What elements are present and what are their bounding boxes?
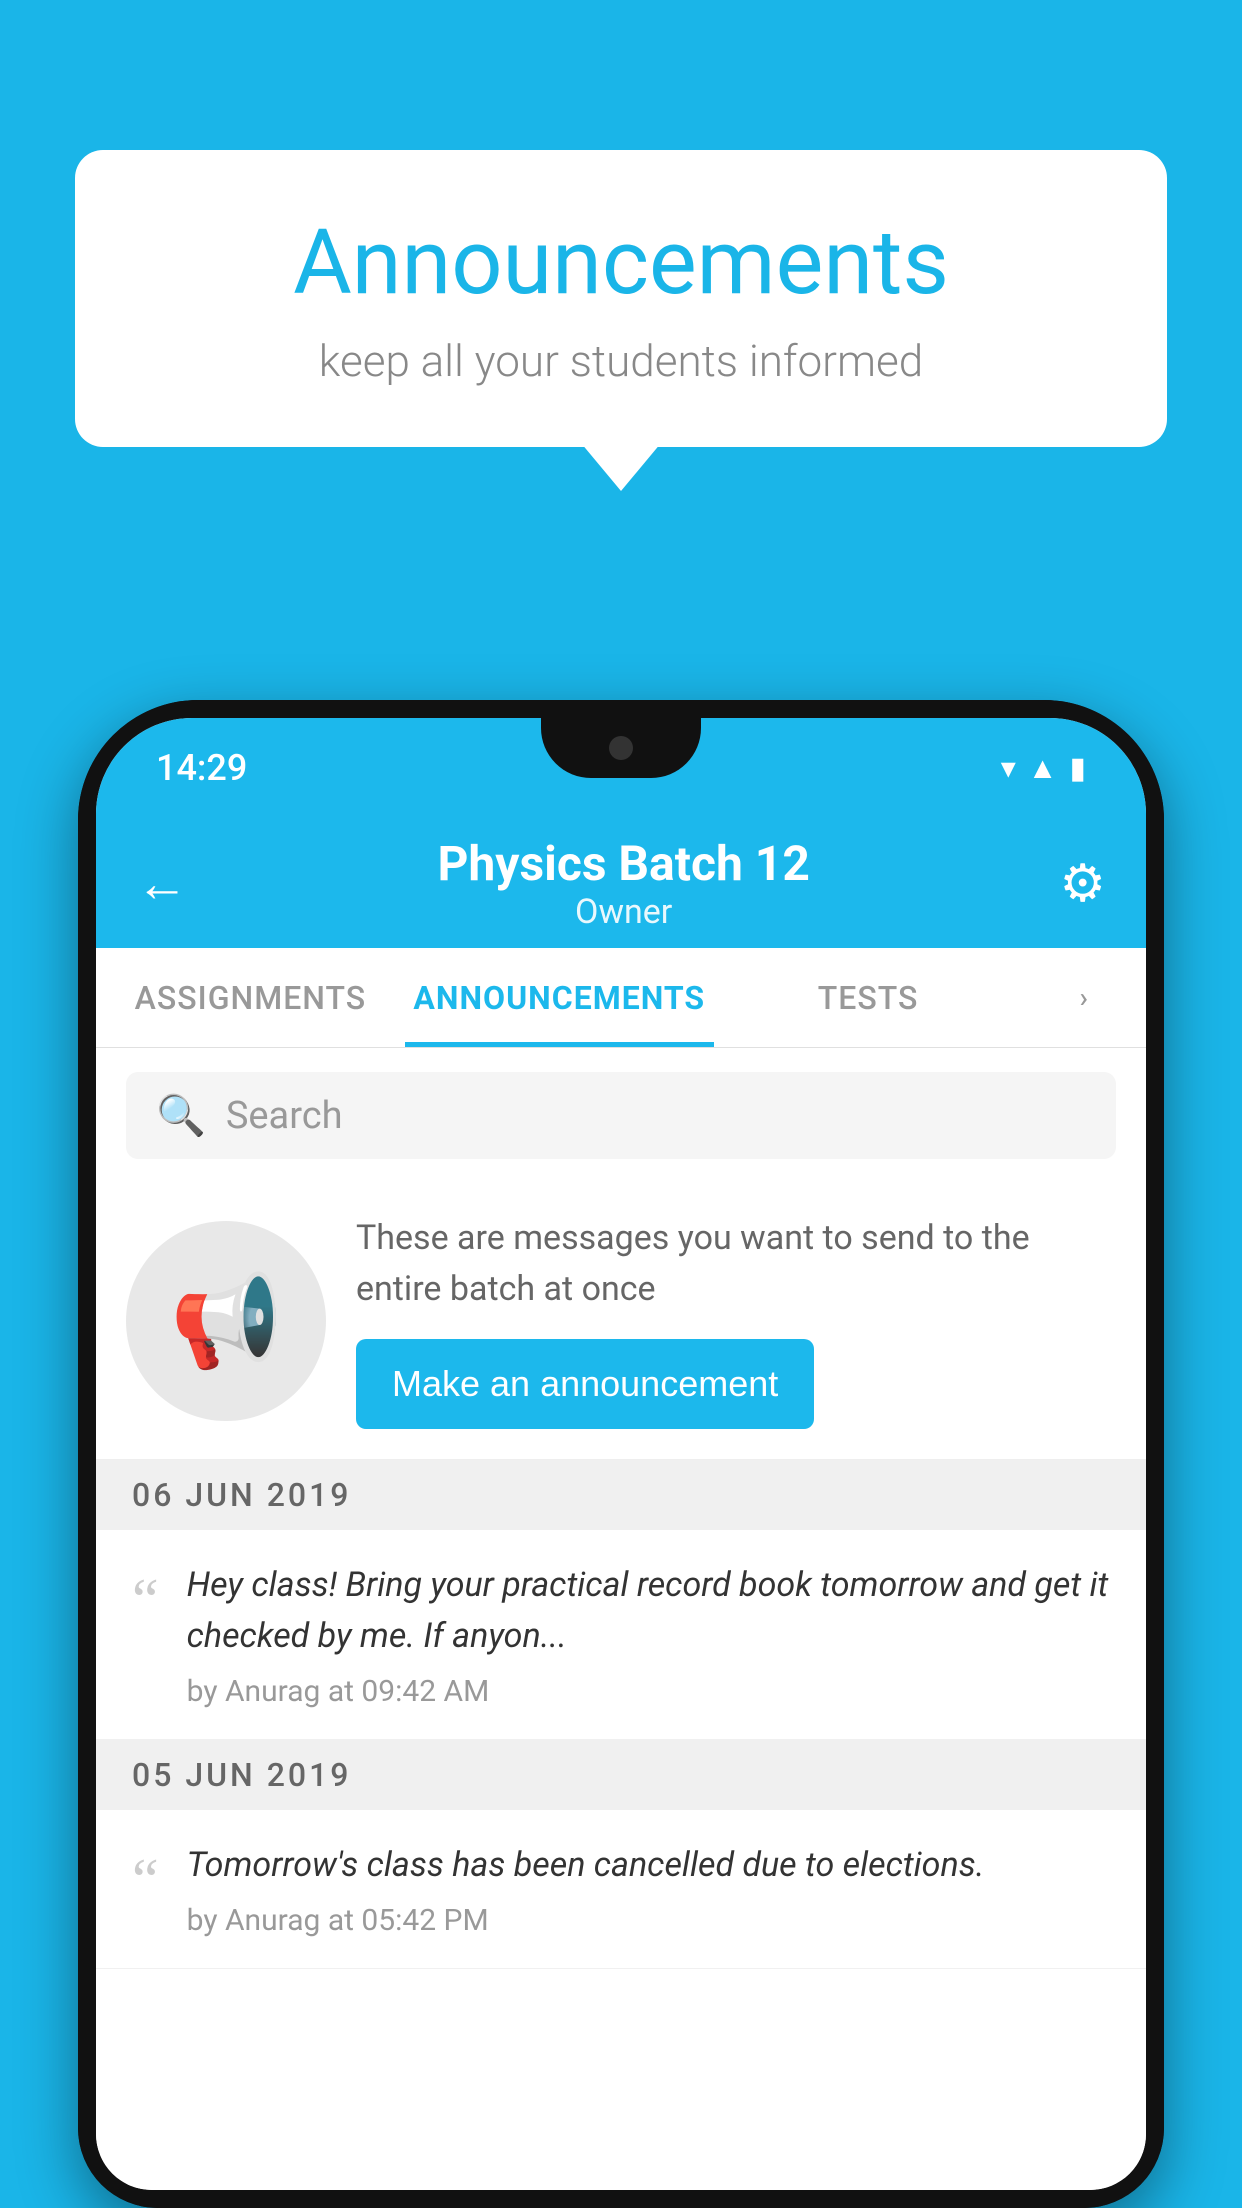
camera-dot [609,736,633,760]
wifi-icon: ▾ [1001,751,1016,786]
speech-bubble-container: Announcements keep all your students inf… [75,150,1167,447]
promo-right: These are messages you want to send to t… [356,1213,1116,1429]
search-icon: 🔍 [156,1092,206,1139]
app-bar-subtitle: Owner [188,892,1059,932]
settings-icon[interactable]: ⚙ [1059,853,1106,914]
battery-icon: ▮ [1069,751,1086,786]
promo-description: These are messages you want to send to t… [356,1213,1116,1315]
tab-bar: ASSIGNMENTS ANNOUNCEMENTS TESTS › [96,948,1146,1048]
tab-more[interactable]: › [1022,948,1146,1047]
make-announcement-button[interactable]: Make an announcement [356,1339,814,1429]
search-bar: 🔍 Search [96,1048,1146,1183]
search-input-wrapper[interactable]: 🔍 Search [126,1072,1116,1159]
tab-tests[interactable]: TESTS [714,948,1023,1047]
screen-inner: 14:29 ▾ ▲ ▮ ← Physics Batch 12 Own [96,718,1146,2190]
quote-icon-1: “ [132,1570,159,1630]
announcement-item-2: “ Tomorrow's class has been cancelled du… [96,1810,1146,1969]
bubble-subtitle: keep all your students informed [155,335,1087,387]
app-bar-title-area: Physics Batch 12 Owner [188,835,1059,932]
promo-icon-circle: 📢 [126,1221,326,1421]
announcement-meta-2: by Anurag at 05:42 PM [187,1903,1110,1938]
status-time: 14:29 [156,747,247,789]
megaphone-icon: 📢 [170,1269,282,1374]
tab-assignments[interactable]: ASSIGNMENTS [96,948,405,1047]
phone-notch [541,718,701,778]
announcement-content-2: Tomorrow's class has been cancelled due … [187,1840,1110,1938]
announcement-content-1: Hey class! Bring your practical record b… [187,1560,1110,1709]
announcement-text-2: Tomorrow's class has been cancelled due … [187,1840,1110,1891]
date-separator-1: 06 JUN 2019 [96,1460,1146,1530]
phone-content: 🔍 Search 📢 These are messages you want t… [96,1048,1146,2190]
quote-icon-2: “ [132,1850,159,1910]
speech-bubble: Announcements keep all your students inf… [75,150,1167,447]
search-input[interactable]: Search [226,1094,343,1138]
promo-section: 📢 These are messages you want to send to… [96,1183,1146,1460]
tab-announcements[interactable]: ANNOUNCEMENTS [405,948,714,1047]
app-bar-title: Physics Batch 12 [188,835,1059,892]
announcement-item-1: “ Hey class! Bring your practical record… [96,1530,1146,1740]
phone-frame: 14:29 ▾ ▲ ▮ ← Physics Batch 12 Own [78,700,1164,2208]
bubble-title: Announcements [155,210,1087,315]
phone-screen: 14:29 ▾ ▲ ▮ ← Physics Batch 12 Own [96,718,1146,2190]
status-bar: 14:29 ▾ ▲ ▮ [96,718,1146,818]
signal-icon: ▲ [1028,751,1058,786]
status-icons: ▾ ▲ ▮ [1001,751,1086,786]
announcement-meta-1: by Anurag at 09:42 AM [187,1674,1110,1709]
phone-inner: 14:29 ▾ ▲ ▮ ← Physics Batch 12 Own [78,700,1164,2208]
date-separator-2: 05 JUN 2019 [96,1740,1146,1810]
back-button[interactable]: ← [136,853,188,914]
app-bar: ← Physics Batch 12 Owner ⚙ [96,818,1146,948]
announcement-text-1: Hey class! Bring your practical record b… [187,1560,1110,1662]
